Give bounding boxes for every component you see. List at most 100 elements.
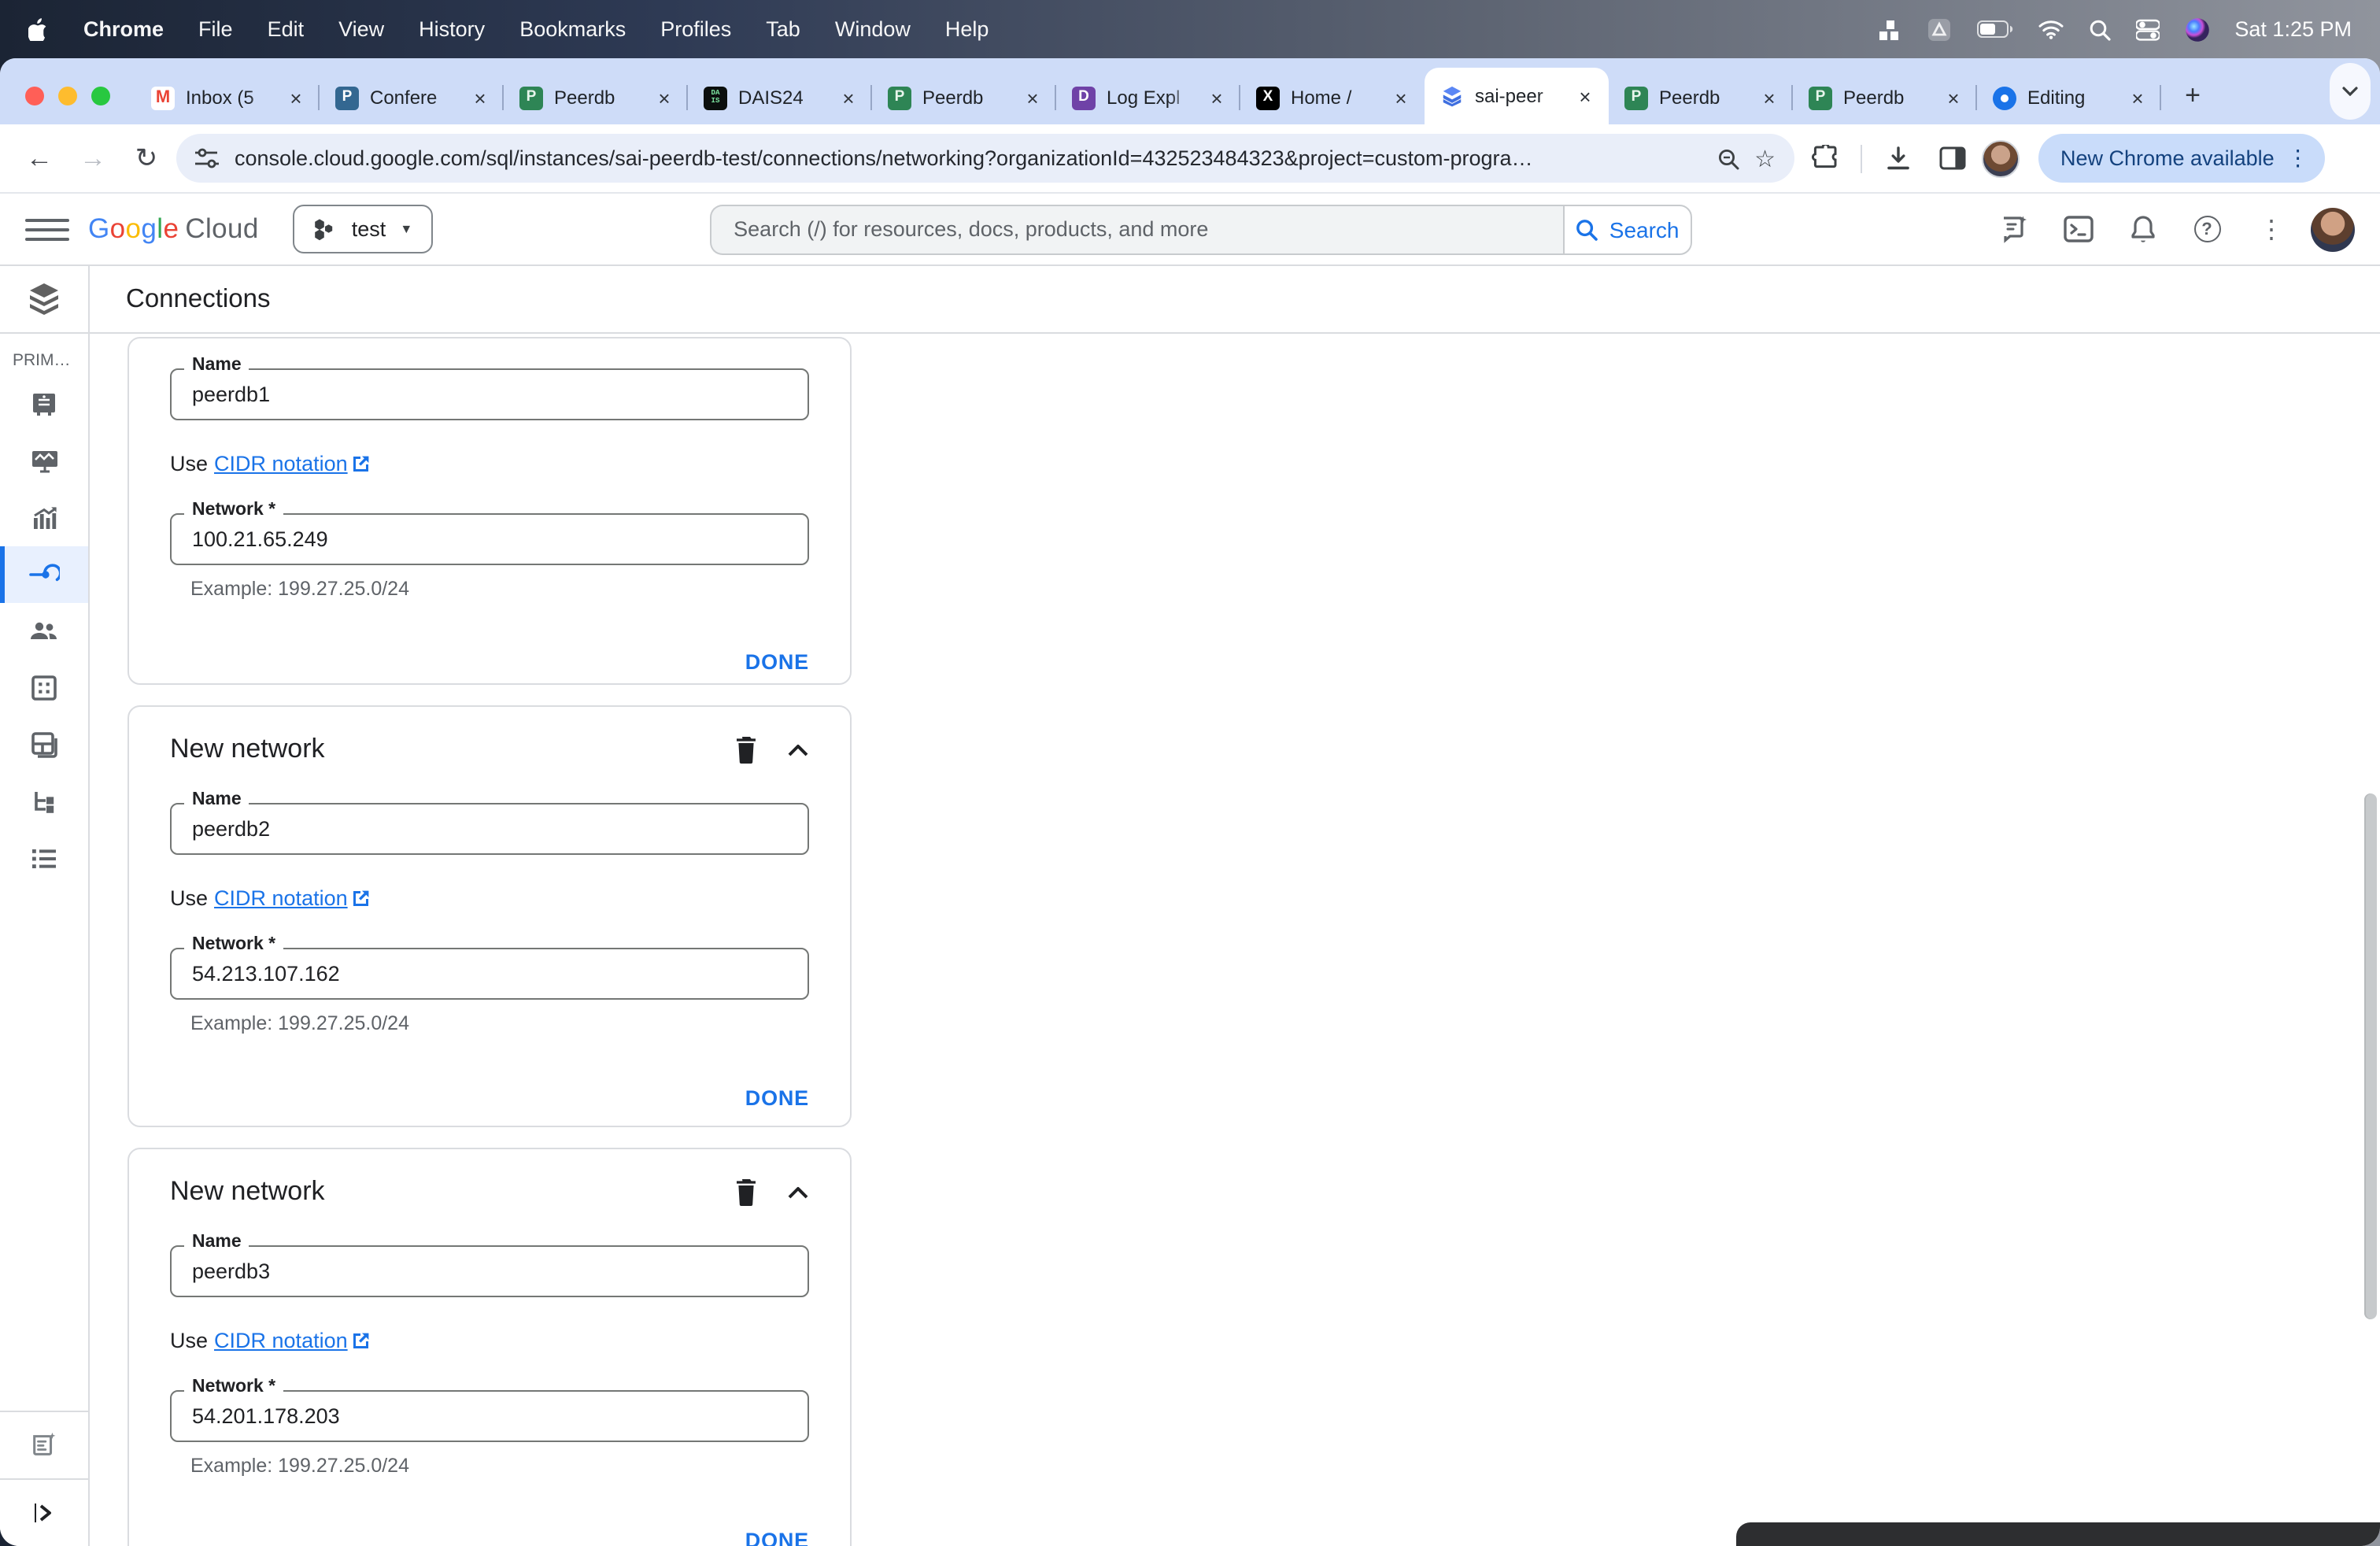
zoom-window-button[interactable]: [91, 87, 110, 105]
tab-search-chevron[interactable]: [2330, 63, 2371, 120]
search-button[interactable]: Search: [1563, 204, 1693, 254]
apple-icon[interactable]: [28, 17, 49, 41]
tab-inbox[interactable]: M Inbox (5 ×: [135, 71, 320, 124]
vertical-scrollbar[interactable]: [2364, 793, 2377, 1319]
new-tab-button[interactable]: +: [2171, 74, 2215, 118]
control-center-icon[interactable]: [2135, 18, 2160, 40]
close-icon[interactable]: ×: [469, 86, 491, 109]
cidr-notation-link[interactable]: CIDR notation: [214, 452, 370, 475]
more-options-icon[interactable]: ⋮: [2246, 204, 2297, 254]
tab-peerdb-1[interactable]: P Peerdb ×: [504, 71, 688, 124]
sidebar-item-replicas[interactable]: [0, 773, 88, 830]
close-icon[interactable]: ×: [1574, 84, 1596, 108]
menu-help[interactable]: Help: [945, 17, 989, 41]
chrome-menu-icon[interactable]: ⋮: [2287, 145, 2309, 172]
side-panel-icon[interactable]: [1928, 135, 1975, 182]
close-window-button[interactable]: [25, 87, 44, 105]
search-input[interactable]: Search (/) for resources, docs, products…: [710, 204, 1564, 254]
close-icon[interactable]: ×: [837, 86, 859, 109]
cidr-notation-link[interactable]: CIDR notation: [214, 886, 370, 910]
chrome-update-pill[interactable]: New Chrome available ⋮: [2038, 134, 2325, 183]
tab-peerdb-4[interactable]: P Peerdb ×: [1793, 71, 1977, 124]
tab-log-explorer[interactable]: D Log Expl ×: [1056, 71, 1240, 124]
spotlight-icon[interactable]: [2088, 18, 2111, 40]
menu-window[interactable]: Window: [835, 17, 911, 41]
name-input[interactable]: peerdb2: [170, 803, 809, 855]
tab-dais24[interactable]: DA IS DAIS24 ×: [688, 71, 872, 124]
extensions-icon[interactable]: [1801, 135, 1848, 182]
sidebar-item-databases[interactable]: [0, 660, 88, 716]
sidebar-item-users[interactable]: [0, 603, 88, 660]
omnibox[interactable]: console.cloud.google.com/sql/instances/s…: [176, 134, 1794, 183]
name-input[interactable]: peerdb1: [170, 368, 809, 420]
menu-history[interactable]: History: [419, 17, 485, 41]
done-button[interactable]: DONE: [745, 650, 809, 674]
menu-file[interactable]: File: [198, 17, 233, 41]
done-button[interactable]: DONE: [745, 1529, 809, 1546]
tab-conference[interactable]: P Confere ×: [320, 71, 504, 124]
network-input[interactable]: 100.21.65.249: [170, 513, 809, 565]
notifications-bell-icon[interactable]: [2117, 204, 2168, 254]
sidebar-item-query-insights[interactable]: [0, 433, 88, 490]
reload-button[interactable]: ↻: [123, 135, 170, 182]
cloud-shell-icon[interactable]: [2053, 204, 2103, 254]
menu-tab[interactable]: Tab: [766, 17, 800, 41]
close-icon[interactable]: ×: [285, 86, 307, 109]
close-icon[interactable]: ×: [1390, 86, 1412, 109]
wifi-icon[interactable]: [2038, 20, 2063, 39]
close-icon[interactable]: ×: [2127, 86, 2149, 109]
battery-icon[interactable]: [1976, 20, 2012, 38]
collapse-card-icon[interactable]: [787, 1185, 809, 1199]
minimize-window-button[interactable]: [58, 87, 77, 105]
forward-button[interactable]: →: [69, 135, 116, 182]
menu-chrome[interactable]: Chrome: [83, 17, 164, 41]
network-input[interactable]: 54.201.178.203: [170, 1390, 809, 1442]
menubar-clock[interactable]: Sat 1:25 PM: [2234, 17, 2352, 41]
close-icon[interactable]: ×: [653, 86, 675, 109]
chrome-profile-avatar[interactable]: [1982, 139, 2020, 177]
sidebar-item-connections[interactable]: [0, 546, 88, 603]
tab-peerdb-3[interactable]: P Peerdb ×: [1609, 71, 1793, 124]
gemini-notes-icon[interactable]: [1988, 204, 2038, 254]
collapse-card-icon[interactable]: [787, 742, 809, 756]
project-selector[interactable]: test ▼: [293, 205, 434, 253]
sidebar-item-system-insights[interactable]: [0, 490, 88, 546]
sidebar-item-overview[interactable]: [0, 376, 88, 433]
close-icon[interactable]: ×: [1942, 86, 1964, 109]
tab-editing[interactable]: Editing ×: [1977, 71, 2161, 124]
menu-edit[interactable]: Edit: [268, 17, 305, 41]
bookmark-star-icon[interactable]: ☆: [1754, 144, 1776, 172]
menu-bookmarks[interactable]: Bookmarks: [519, 17, 626, 41]
close-icon[interactable]: ×: [1206, 86, 1228, 109]
search-button-label: Search: [1609, 216, 1680, 242]
name-input[interactable]: peerdb3: [170, 1245, 809, 1297]
menu-profiles[interactable]: Profiles: [660, 17, 731, 41]
delete-icon[interactable]: [735, 736, 757, 763]
close-icon[interactable]: ×: [1022, 86, 1044, 109]
zoom-page-icon[interactable]: [1717, 147, 1739, 169]
cidr-notation-link[interactable]: CIDR notation: [214, 1329, 370, 1352]
stats-icon[interactable]: [1879, 18, 1901, 40]
google-cloud-logo[interactable]: Google Cloud: [88, 213, 259, 246]
sidebar-item-operations[interactable]: [0, 830, 88, 886]
tab-x-home[interactable]: X Home / ×: [1240, 71, 1425, 124]
siri-icon[interactable]: [2184, 17, 2209, 42]
help-icon[interactable]: ?: [2182, 204, 2232, 254]
tab-sai-peerdb-active[interactable]: sai-peer ×: [1425, 68, 1609, 124]
nav-menu-icon[interactable]: [25, 207, 69, 251]
gcp-account-avatar[interactable]: [2311, 207, 2355, 251]
download-icon[interactable]: [1875, 135, 1922, 182]
menu-view[interactable]: View: [338, 17, 384, 41]
delete-icon[interactable]: [735, 1178, 757, 1205]
keystone-icon[interactable]: [1926, 17, 1951, 42]
site-settings-icon[interactable]: [195, 148, 219, 168]
close-icon[interactable]: ×: [1758, 86, 1780, 109]
collapse-sidebar-button[interactable]: [0, 1480, 88, 1546]
release-notes-button[interactable]: [0, 1412, 88, 1478]
done-button[interactable]: DONE: [745, 1086, 809, 1110]
network-input[interactable]: 54.213.107.162: [170, 948, 809, 1000]
back-button[interactable]: ←: [16, 135, 63, 182]
url-text[interactable]: console.cloud.google.com/sql/instances/s…: [235, 146, 1701, 170]
sidebar-item-backups[interactable]: [0, 716, 88, 773]
tab-peerdb-2[interactable]: P Peerdb ×: [872, 71, 1056, 124]
